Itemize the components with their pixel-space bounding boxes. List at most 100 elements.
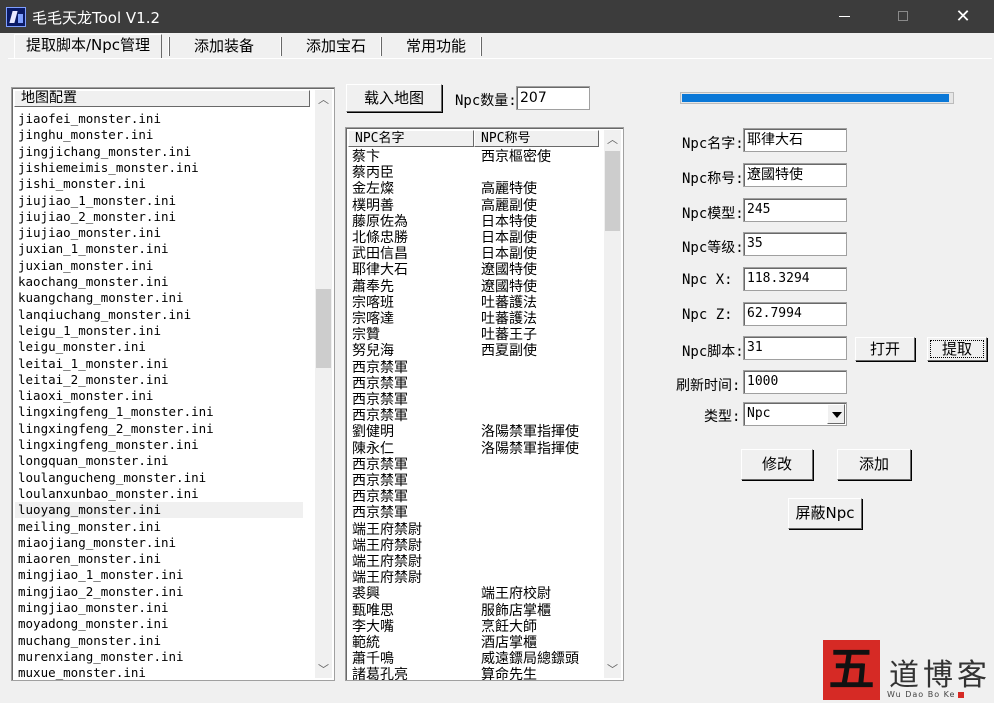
npc-name-field[interactable]: 耶律大石 — [743, 128, 847, 152]
tab-npc-management[interactable]: 提取脚本/Npc管理 — [14, 34, 162, 59]
npc-table-row[interactable]: 蔡卞 西京樞密使 — [348, 150, 602, 166]
chevron-down-icon[interactable] — [827, 404, 845, 424]
tab-add-equipment[interactable]: 添加装备 — [174, 36, 274, 58]
npc-table-row[interactable]: 西京禁軍 — [348, 457, 602, 474]
npc-table-row[interactable]: 裘興 端王府校尉 — [348, 587, 602, 603]
map-list-item[interactable]: leigu_monster.ini — [18, 339, 146, 355]
map-list-item[interactable]: lanqiuchang_monster.ini — [18, 307, 191, 323]
npc-table-row[interactable]: 蕭奉先 遼國特使 — [348, 279, 602, 296]
map-list-item[interactable]: miaojiang_monster.ini — [18, 535, 176, 551]
scroll-down-icon[interactable]: ﹀ — [604, 661, 621, 678]
npc-level-field[interactable]: 35 — [743, 232, 847, 256]
map-list-header[interactable]: 地图配置 — [14, 90, 310, 107]
map-list-item[interactable]: jiaofei_monster.ini — [18, 111, 161, 127]
npc-table-row[interactable]: 西京禁軍 — [348, 393, 602, 409]
npc-model-field[interactable]: 245 — [743, 198, 847, 222]
npc-table-row[interactable]: 努兒海 西夏副使 — [348, 344, 602, 360]
map-list-item[interactable]: muxue_monster.ini — [18, 665, 146, 680]
npc-table-row[interactable]: 蔡丙臣 — [348, 166, 602, 182]
open-button[interactable]: 打开 — [855, 337, 915, 361]
map-list-item[interactable]: kuangchang_monster.ini — [18, 290, 184, 306]
map-list-item[interactable]: leitai_1_monster.ini — [18, 356, 169, 372]
npc-table-row[interactable]: 劉健明 洛陽禁軍指揮使 — [348, 425, 602, 441]
extract-button[interactable]: 提取 — [927, 337, 987, 361]
map-list-item[interactable]: loulanxunbao_monster.ini — [18, 486, 199, 502]
tab-common-functions[interactable]: 常用功能 — [388, 36, 484, 58]
map-list-item[interactable]: mingjiao_2_monster.ini — [18, 584, 184, 600]
npc-table-row[interactable]: 範統 酒店掌櫃 — [348, 636, 602, 652]
map-list-item[interactable]: leigu_1_monster.ini — [18, 323, 161, 339]
map-list-scrollbar[interactable]: ︿ ﹀ — [315, 90, 332, 678]
map-list-item[interactable]: kaochang_monster.ini — [18, 274, 169, 290]
map-list-item[interactable]: lingxingfeng_2_monster.ini — [18, 421, 214, 437]
npc-table-row[interactable]: 宗喀班 吐蕃護法 — [348, 295, 602, 312]
npc-table-row[interactable]: 西京禁軍 — [348, 360, 602, 377]
map-list-item[interactable]: jiujiao_2_monster.ini — [18, 209, 176, 225]
map-config-list[interactable]: 地图配置 jiaofei_monster.ini jinghu_monster.i… — [11, 87, 335, 681]
npc-title-field[interactable]: 遼國特使 — [743, 163, 847, 187]
npc-table-row[interactable]: 李大嘴 烹飪大師 — [348, 619, 602, 636]
npc-table-row[interactable]: 金左燦 高麗特使 — [348, 182, 602, 198]
map-list-item[interactable]: longquan_monster.ini — [18, 453, 169, 469]
map-list-item[interactable]: muchang_monster.ini — [18, 633, 161, 649]
npc-script-field[interactable]: 31 — [743, 336, 847, 360]
npc-table-row[interactable]: 端王府禁尉 — [348, 571, 602, 587]
map-list-item[interactable]: murenxiang_monster.ini — [18, 649, 184, 665]
map-list-item[interactable]: lingxingfeng_monster.ini — [18, 437, 199, 453]
load-map-button[interactable]: 载入地图 — [346, 84, 442, 112]
npc-table-row[interactable]: 端王府禁尉 — [348, 522, 602, 539]
map-list-item[interactable]: juxian_monster.ini — [18, 258, 153, 274]
map-list-item[interactable]: meiling_monster.ini — [18, 519, 161, 535]
map-list-item[interactable]: miaoren_monster.ini — [18, 551, 161, 567]
npc-table-row[interactable]: 甄唯思 服飾店掌櫃 — [348, 603, 602, 620]
npc-title-column-header[interactable]: NPC称号 — [474, 130, 599, 147]
map-list-item[interactable]: lingxingfeng_1_monster.ini — [18, 404, 214, 420]
npc-table-row[interactable]: 宗喀達 吐蕃護法 — [348, 312, 602, 328]
npc-table-row[interactable]: 西京禁軍 — [348, 490, 602, 506]
title-bar[interactable]: 毛毛天龙Tool V1.2 ✕ — [0, 0, 994, 33]
scroll-down-icon[interactable]: ﹀ — [315, 661, 332, 678]
map-list-item[interactable]: liaoxi_monster.ini — [18, 388, 153, 404]
map-list-item[interactable]: jiujiao_1_monster.ini — [18, 193, 176, 209]
map-list-item[interactable]: luoyang_monster.ini — [15, 502, 303, 519]
add-button[interactable]: 添加 — [837, 449, 911, 480]
npc-table-scrollbar[interactable]: ︿ ﹀ — [604, 130, 621, 678]
npc-count-field[interactable]: 207 — [516, 86, 590, 110]
scroll-thumb[interactable] — [605, 151, 620, 231]
npc-table-row[interactable]: 藤原佐為 日本特使 — [348, 214, 602, 231]
npc-table-row[interactable]: 蕭千鳴 威遠鏢局總鏢頭 — [348, 652, 602, 668]
npc-table-row[interactable]: 西京禁軍 — [348, 409, 602, 425]
npc-table-row[interactable]: 端王府禁尉 — [348, 555, 602, 571]
npc-z-field[interactable]: 62.7994 — [743, 302, 847, 326]
npc-table-row[interactable]: 樸明善 高麗副使 — [348, 198, 602, 215]
npc-table[interactable]: NPC名字 NPC称号 蔡卞 西京樞密使 蔡丙臣 金左燦 高麗特使 樸明善 高麗副使 藤原佐為… — [345, 127, 624, 681]
npc-table-row[interactable]: 端王府禁尉 — [348, 538, 602, 555]
npc-table-row[interactable]: 西京禁軍 — [348, 474, 602, 490]
npc-table-row[interactable]: 西京禁軍 — [348, 376, 602, 393]
npc-table-row[interactable]: 北條忠勝 日本副使 — [348, 231, 602, 247]
hide-npc-button[interactable]: 屏蔽Npc — [788, 498, 862, 529]
type-select[interactable]: Npc — [743, 402, 847, 426]
map-list-item[interactable]: mingjiao_monster.ini — [18, 600, 169, 616]
close-button[interactable]: ✕ — [940, 0, 986, 33]
map-list-item[interactable]: jishi_monster.ini — [18, 176, 146, 192]
scroll-up-icon[interactable]: ︿ — [315, 91, 332, 108]
npc-table-row[interactable]: 武田信昌 日本副使 — [348, 247, 602, 263]
npc-table-row[interactable]: 西京禁軍 — [348, 506, 602, 522]
npc-table-row[interactable]: 諸葛孔亮 算命先生 — [348, 668, 602, 680]
map-list-item[interactable]: jiujiao_monster.ini — [18, 225, 161, 241]
npc-x-field[interactable]: 118.3294 — [743, 267, 847, 291]
npc-name-column-header[interactable]: NPC名字 — [348, 130, 474, 147]
map-list-item[interactable]: leitai_2_monster.ini — [18, 372, 169, 388]
map-list-item[interactable]: jingjichang_monster.ini — [18, 144, 191, 160]
npc-table-row[interactable]: 宗贊 吐蕃王子 — [348, 328, 602, 344]
map-list-item[interactable]: loulangucheng_monster.ini — [18, 470, 206, 486]
scroll-thumb[interactable] — [316, 289, 331, 368]
scroll-up-icon[interactable]: ︿ — [604, 131, 621, 148]
map-list-item[interactable]: juxian_1_monster.ini — [18, 241, 169, 257]
map-list-item[interactable]: jishiemeimis_monster.ini — [18, 160, 199, 176]
npc-table-row[interactable]: 陳永仁 洛陽禁軍指揮使 — [348, 441, 602, 458]
tab-add-gem[interactable]: 添加宝石 — [286, 36, 386, 58]
map-list-item[interactable]: moyadong_monster.ini — [18, 616, 169, 632]
modify-button[interactable]: 修改 — [741, 449, 813, 480]
